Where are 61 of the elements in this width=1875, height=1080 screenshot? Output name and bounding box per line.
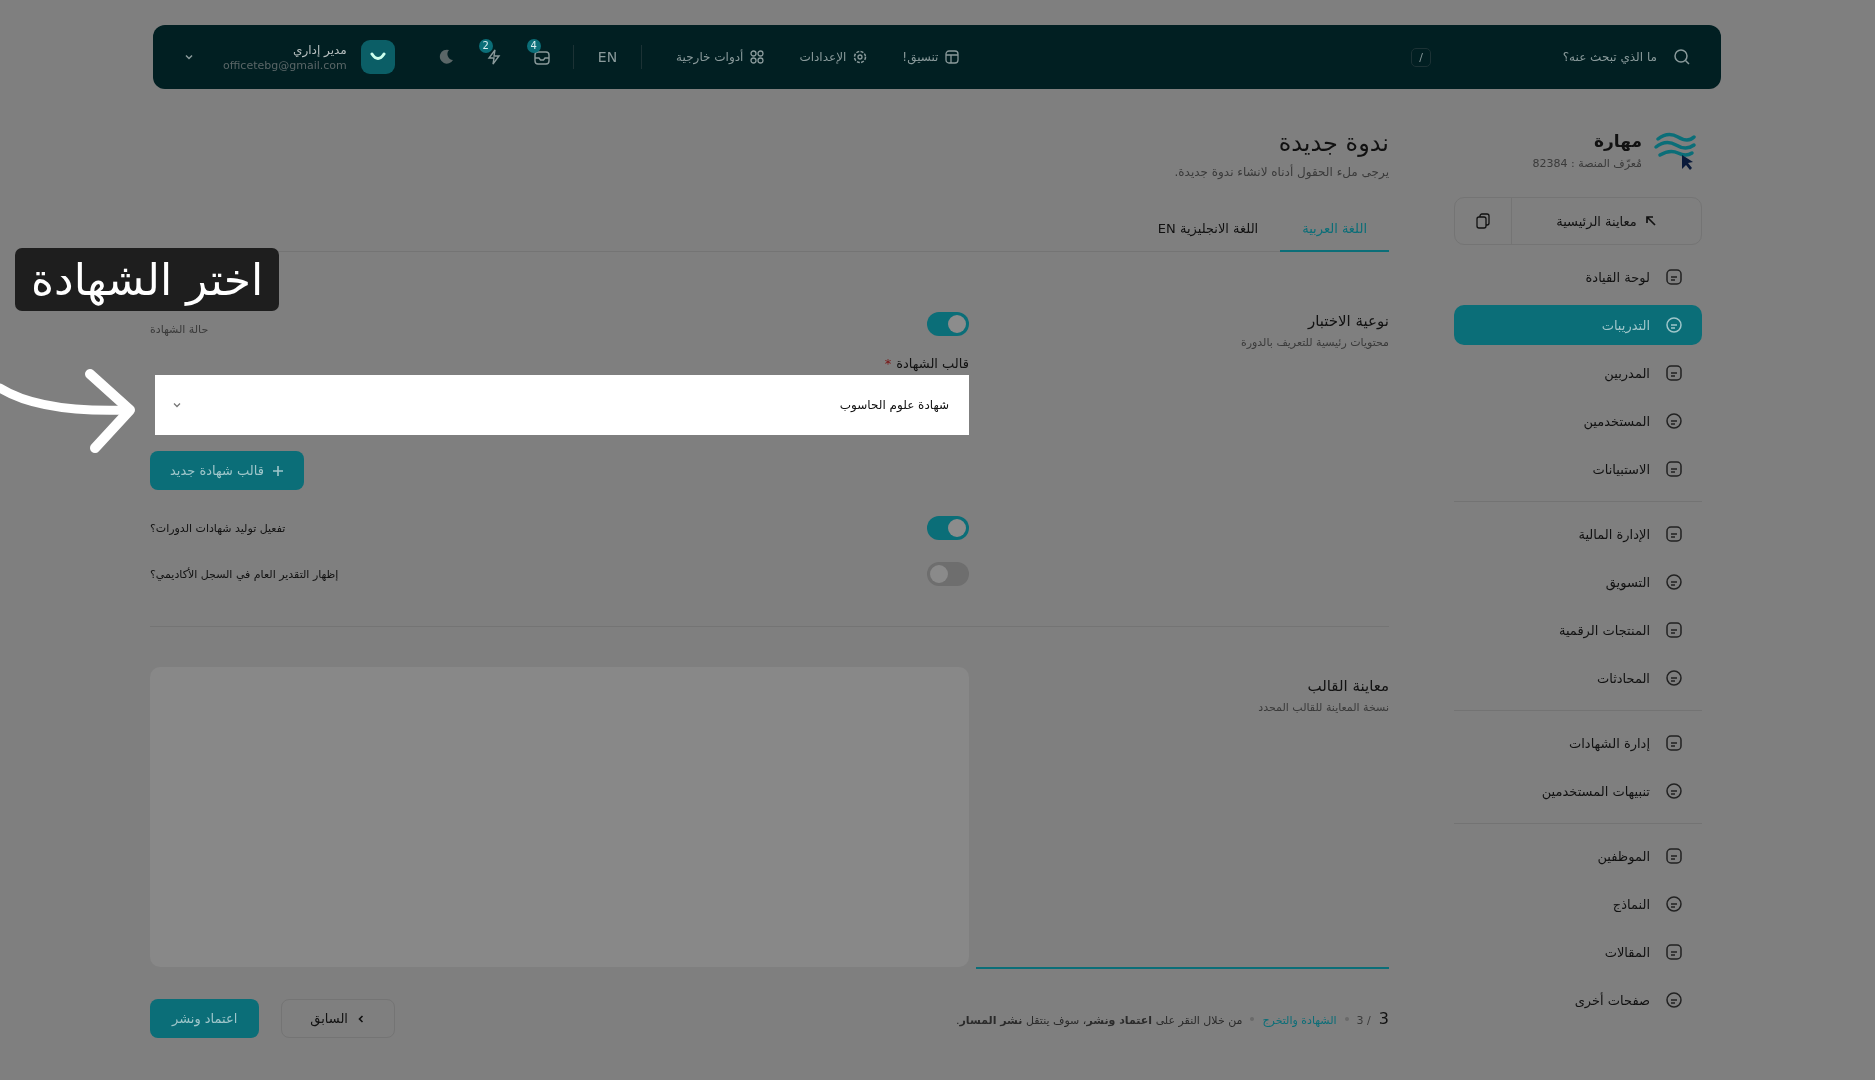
sidebar-item[interactable]: التسويق bbox=[1454, 562, 1702, 602]
section-subtitle: نسخة المعاينة للقالب المحدد bbox=[1257, 701, 1389, 714]
sidebar-item[interactable]: لوحة القيادة bbox=[1454, 257, 1702, 297]
sidebar-item[interactable]: المنتجات الرقمية bbox=[1454, 610, 1702, 650]
section-title: معاينة القالب bbox=[1306, 677, 1389, 695]
tooltip-callout: اختر الشهادة bbox=[15, 248, 280, 311]
inbox-icon[interactable] bbox=[532, 48, 551, 66]
sidebar-item[interactable]: إدارة الشهادات bbox=[1454, 723, 1702, 763]
sidebar-item[interactable]: المقالات bbox=[1454, 932, 1702, 972]
page-title: ندوة جديدة bbox=[1277, 129, 1389, 157]
page-subtitle: يرجى ملء الحقول أدناه لانشاء ندوة جديدة. bbox=[1173, 165, 1389, 179]
gear-icon bbox=[852, 49, 869, 65]
toggle-switch[interactable] bbox=[927, 312, 969, 336]
brand-name: مهارة bbox=[1593, 130, 1642, 151]
toggle-switch[interactable] bbox=[927, 516, 969, 540]
toolbar-link[interactable]: الإعدادات bbox=[799, 49, 869, 65]
step-total: / 3 bbox=[1356, 1014, 1371, 1027]
section-subtitle: محتويات رئيسية للتعريف بالدورة bbox=[1239, 336, 1389, 349]
user-name: مدير إداري bbox=[292, 42, 347, 57]
copy-icon bbox=[1474, 212, 1492, 230]
sidebar-item[interactable]: النماذج bbox=[1454, 884, 1702, 924]
sidebar-item[interactable]: تنبيهات المستخدمين bbox=[1454, 771, 1702, 811]
hint-text: من خلال النقر على اعتماد ونشر، سوف ينتقل نشر المسار. bbox=[956, 1014, 1243, 1027]
platform-id: مُعرّف المنصة : 82384 bbox=[1532, 156, 1642, 170]
avatar bbox=[360, 40, 395, 74]
language-tab[interactable]: اللغة الانجليزية EN bbox=[1135, 209, 1281, 252]
step-number: 3 bbox=[1378, 1009, 1389, 1028]
option-label: تفعيل توليد شهادات الدورات؟ bbox=[150, 521, 286, 535]
option-label: إظهار التقدير العام في السجل الأكاديمي؟ bbox=[150, 567, 339, 581]
sidebar-item[interactable]: المحادثات bbox=[1454, 658, 1702, 698]
sidebar-item[interactable]: الإدارة المالية bbox=[1454, 514, 1702, 554]
certificate-select[interactable]: شهادة علوم الحاسوب bbox=[155, 375, 969, 435]
sidebar-item[interactable]: التدريبات bbox=[1454, 305, 1702, 345]
sidebar-item[interactable]: المستخدمين bbox=[1454, 401, 1702, 441]
new-template-button[interactable]: قالب شهادة جديد bbox=[150, 451, 304, 490]
layout-icon bbox=[944, 49, 961, 65]
plus-icon bbox=[271, 464, 284, 477]
notification-badge: 4 bbox=[526, 39, 541, 53]
user-email: officetebg@gmail.com bbox=[223, 58, 347, 72]
search-field[interactable]: ما الذي تبحث عنه؟ bbox=[1445, 49, 1659, 65]
search-icon bbox=[1673, 48, 1691, 66]
shortcut-key: / bbox=[1411, 47, 1431, 67]
toolbar-link[interactable]: أدوات خارجية bbox=[676, 49, 766, 65]
toggle-switch[interactable] bbox=[927, 562, 969, 586]
arrow-up-left-icon bbox=[1644, 215, 1657, 227]
step-name: الشهادة والتخرج bbox=[1262, 1014, 1337, 1027]
publish-button[interactable]: اعتماد ونشر bbox=[150, 999, 260, 1038]
sidebar-item[interactable]: الموظفين bbox=[1454, 836, 1702, 876]
status-label: حالة الشهادة bbox=[150, 323, 209, 336]
required-mark: * bbox=[884, 356, 892, 371]
notification-badge: 2 bbox=[478, 39, 493, 53]
back-button[interactable]: السابق bbox=[281, 999, 395, 1038]
sidebar-item[interactable]: صفحات أخرى bbox=[1454, 980, 1702, 1020]
field-label: قالب الشهادة bbox=[896, 356, 969, 371]
toolbar-link[interactable]: تنسيق! bbox=[902, 49, 961, 65]
language-link[interactable]: EN bbox=[597, 49, 618, 65]
sidebar-item[interactable]: الاستبيانات bbox=[1454, 449, 1702, 489]
grid-icon bbox=[749, 49, 766, 65]
sidebar-item[interactable]: المدربين bbox=[1454, 353, 1702, 393]
section-title: نوعية الاختبار bbox=[1306, 312, 1389, 330]
preview-home-button[interactable]: معاينة الرئيسية bbox=[1511, 198, 1701, 244]
